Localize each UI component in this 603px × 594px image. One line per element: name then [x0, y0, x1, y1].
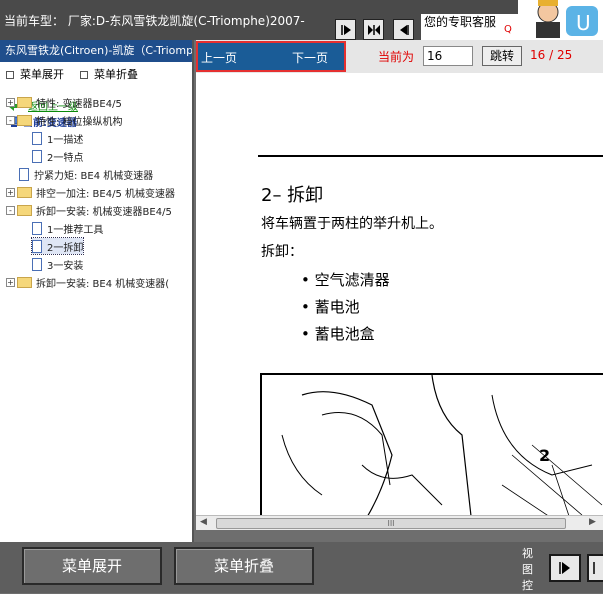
document-icon	[19, 167, 29, 181]
menu-expand-link[interactable]: 菜单展开	[6, 66, 64, 82]
tree-item-label: 拆卸一安装: BE4 机械变速器(	[36, 278, 170, 290]
left-menu-bar: 菜单展开 菜单折叠	[0, 64, 192, 82]
folder-icon	[17, 276, 32, 288]
tree-folder[interactable]: - 特性: 档位操纵机构	[6, 112, 123, 128]
menu-collapse-link[interactable]: 菜单折叠	[80, 66, 138, 82]
expand-icon[interactable]: +	[6, 277, 15, 287]
figure-callout: 2	[539, 446, 550, 465]
expand-icon[interactable]: +	[6, 187, 15, 197]
square-icon	[6, 71, 14, 79]
play-next-icon	[559, 562, 570, 574]
document-view: 2– 拆卸 将车辆置于两柱的举升机上。 拆卸： • 空气滤清器 • 蓄电池 • …	[196, 73, 603, 515]
left-navigation-pane: 东风雪铁龙(Citroen)-凯旋（C-Triomphe） 菜单展开 菜单折叠 …	[0, 40, 194, 542]
view-more-button[interactable]	[587, 554, 603, 582]
bottom-toolbar: 菜单展开 菜单折叠 视图控	[0, 542, 603, 593]
tree-item-label: 特性: 变速器BE4/5	[36, 98, 122, 110]
folder-icon	[17, 204, 32, 216]
removal-heading: 拆卸：	[261, 244, 303, 260]
tree-folder[interactable]: - 拆卸一安装: 机械变速器BE4/5	[6, 202, 172, 218]
tree-item-label: 3一安装	[47, 260, 84, 272]
tree-item-label: 2一拆卸	[47, 242, 84, 254]
tree-item-label: 1一描述	[47, 134, 84, 146]
scroll-thumb[interactable]: III	[216, 518, 566, 529]
instruction-text: 将车辆置于两柱的举升机上。	[261, 216, 443, 232]
prev-page-button[interactable]	[393, 19, 414, 40]
service-label: 您的专职客服	[424, 15, 497, 29]
tree-page[interactable]: 1一推荐工具	[32, 220, 103, 236]
square-icon	[80, 71, 88, 79]
tree-page[interactable]: 3一安装	[32, 256, 83, 272]
tree-page[interactable]: 2一拆卸	[30, 237, 85, 255]
tree-item-label: 排空一加注: BE4/5 机械变速器	[36, 188, 175, 200]
horizontal-scrollbar[interactable]: ◀ III ▶	[196, 515, 603, 530]
folder-icon	[17, 114, 32, 126]
collapse-icon[interactable]: -	[6, 205, 15, 215]
document-icon	[32, 221, 42, 235]
expand-view-button[interactable]	[363, 19, 384, 40]
current-page-label: 当前为	[378, 50, 415, 64]
page-count: 16 / 25	[530, 48, 573, 62]
bullet-item: • 空气滤清器	[301, 271, 390, 289]
collapse-menu-button[interactable]: 菜单折叠	[174, 547, 314, 585]
tree-folder[interactable]: + 特性: 变速器BE4/5	[6, 94, 122, 110]
collapse-icon[interactable]: -	[6, 115, 15, 125]
tree-item-label: 特性: 档位操纵机构	[36, 116, 123, 128]
tree-item-label: 拧紧力矩: BE4 机械变速器	[34, 170, 154, 182]
play-prev-icon	[399, 24, 409, 35]
expand-menu-button[interactable]: 菜单展开	[22, 547, 162, 585]
view-control-label: 视图控	[522, 547, 533, 592]
prev-next-bar: 上一页 下一页	[196, 41, 346, 72]
prev-page-link[interactable]: 上一页	[201, 49, 237, 66]
technical-drawing: 2	[260, 373, 603, 515]
jump-button[interactable]: 跳转	[482, 46, 522, 66]
left-pane-title: 东风雪铁龙(Citroen)-凯旋（C-Triomphe）	[0, 40, 192, 62]
tree-item-label: 1一推荐工具	[47, 224, 104, 236]
scroll-right-arrow-icon[interactable]: ▶	[589, 517, 596, 527]
folder-icon	[17, 96, 32, 108]
tree-page[interactable]: 1一描述	[32, 130, 83, 146]
document-icon	[32, 131, 42, 145]
tree-page[interactable]: 拧紧力矩: BE4 机械变速器	[6, 166, 153, 182]
tree-page[interactable]: 2一特点	[32, 148, 83, 164]
bullet-item: • 蓄电池	[301, 298, 360, 316]
tree-item-label: 2一特点	[47, 152, 84, 164]
play-next-icon	[340, 24, 351, 35]
engine-bay-drawing: 2	[281, 374, 603, 515]
next-page-button[interactable]	[335, 19, 356, 40]
document-icon	[32, 257, 42, 271]
service-mascot-logo: U	[518, 0, 603, 40]
next-page-link[interactable]: 下一页	[292, 49, 328, 66]
svg-text:U: U	[576, 11, 591, 35]
service-mark: Q	[504, 24, 512, 35]
play-next-icon	[593, 562, 595, 574]
split-arrows-icon	[367, 24, 380, 35]
expand-icon[interactable]: +	[6, 97, 15, 107]
scroll-left-arrow-icon[interactable]: ◀	[200, 517, 207, 527]
folder-icon	[17, 186, 32, 198]
tree-item-label: 拆卸一安装: 机械变速器BE4/5	[36, 206, 172, 218]
view-next-button[interactable]	[549, 554, 581, 582]
section-divider	[258, 155, 603, 157]
car-model-label: 当前车型： 厂家:D-东风雪铁龙凯旋(C-Triomphe)2007-	[4, 14, 305, 28]
document-icon	[32, 239, 42, 253]
section-title: 2– 拆卸	[261, 185, 324, 206]
tree-folder[interactable]: + 排空一加注: BE4/5 机械变速器	[6, 184, 175, 200]
tree-folder[interactable]: + 拆卸一安装: BE4 机械变速器(	[6, 274, 169, 290]
page-number-input[interactable]	[423, 46, 473, 66]
bullet-item: • 蓄电池盒	[301, 325, 375, 343]
document-icon	[32, 149, 42, 163]
